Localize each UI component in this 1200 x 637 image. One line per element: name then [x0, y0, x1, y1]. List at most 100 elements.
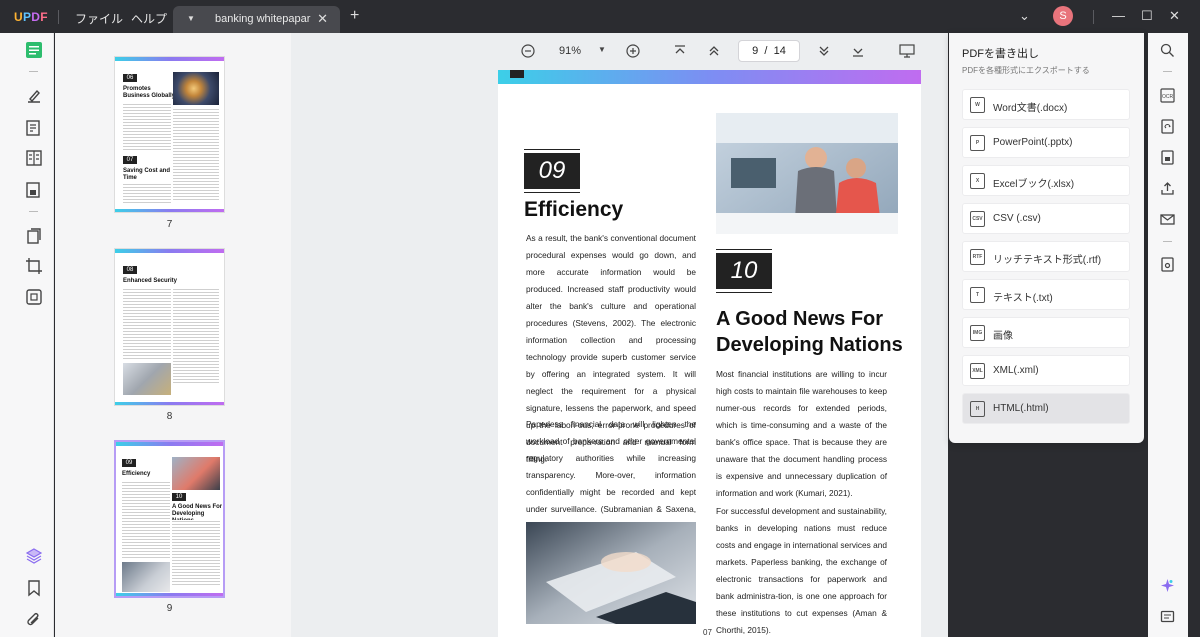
total-pages: 14	[773, 45, 786, 57]
share-icon[interactable]	[1160, 181, 1175, 196]
search-icon[interactable]	[1160, 43, 1175, 58]
divider	[29, 71, 38, 72]
divider	[1163, 71, 1172, 72]
export-option-label: Excelブック(.xlsx)	[993, 179, 1075, 190]
export-option-label: テキスト(.txt)	[993, 293, 1053, 304]
edit-icon[interactable]	[25, 119, 43, 137]
section-number: 10	[172, 493, 186, 501]
laptop-image	[122, 562, 170, 592]
attachment-icon[interactable]	[25, 611, 43, 629]
thumbnail-label: 8	[166, 411, 173, 422]
thumbnail-panel: 06 Promotes Business Globally 07 Saving …	[55, 33, 291, 637]
zoom-dropdown-icon[interactable]: ▼	[598, 45, 606, 54]
previous-page-icon[interactable]	[707, 44, 721, 58]
avatar[interactable]: S	[1053, 6, 1073, 26]
protect-icon[interactable]	[25, 288, 43, 306]
office-meeting-photo	[716, 113, 898, 234]
globe-image	[173, 72, 219, 105]
title-bar: UPDF ファイル ヘルプ ▼ banking whitepapar ✕ + ⌄…	[0, 0, 1200, 33]
export-powerpoint-button[interactable]: P PowerPoint(.pptx)	[962, 127, 1130, 158]
export-rtf-button[interactable]: RTF リッチテキスト形式(.rtf)	[962, 241, 1130, 272]
first-page-icon[interactable]	[673, 44, 687, 58]
word-icon: W	[970, 97, 985, 113]
page-number-field[interactable]: 9 / 14	[738, 40, 800, 62]
export-excel-button[interactable]: X Excelブック(.xlsx)	[962, 165, 1130, 196]
reader-icon[interactable]	[25, 41, 43, 59]
zoom-level[interactable]: 91%	[559, 45, 581, 57]
tab-dropdown-icon[interactable]: ▼	[183, 11, 199, 27]
thumbnail-label: 7	[166, 219, 173, 230]
export-xml-button[interactable]: XML XML(.xml)	[962, 355, 1130, 386]
divider	[1163, 241, 1172, 242]
tab-title: banking whitepapar	[215, 13, 311, 25]
export-word-button[interactable]: W Word文書(.docx)	[962, 89, 1130, 120]
export-option-label: CSV (.csv)	[993, 213, 1041, 224]
export-option-label: Word文書(.docx)	[993, 103, 1068, 114]
export-image-button[interactable]: IMG 画像	[962, 317, 1130, 348]
zoom-out-icon[interactable]	[521, 44, 535, 58]
thumbnail-page-8[interactable]: 08 Enhanced Security	[114, 248, 225, 406]
ocr-icon[interactable]: OCR	[1160, 88, 1175, 103]
updf-logo[interactable]: UPDF	[14, 10, 48, 24]
export-panel: PDFを書き出し PDFを各種形式にエクスポートする W Word文書(.docx…	[949, 33, 1144, 443]
maximize-icon[interactable]: ☐	[1141, 8, 1153, 24]
zoom-in-icon[interactable]	[626, 44, 640, 58]
ai-assistant-icon[interactable]	[1160, 578, 1175, 593]
csv-icon: CSV	[970, 211, 985, 227]
export-option-label: PowerPoint(.pptx)	[993, 137, 1073, 148]
organize-icon[interactable]	[25, 181, 43, 199]
comment-icon[interactable]	[25, 87, 43, 105]
close-window-icon[interactable]: ✕	[1169, 8, 1180, 24]
body-paragraph: Paperless financial data will lighten th…	[526, 419, 696, 531]
divider	[58, 10, 59, 24]
document-tab[interactable]: ▼ banking whitepapar ✕	[173, 6, 340, 33]
thumbnail-label: 9	[166, 603, 173, 614]
section-title: A Good News For Developing Nations	[716, 306, 903, 358]
export-csv-button[interactable]: CSV CSV (.csv)	[962, 203, 1130, 234]
svg-text:OCR: OCR	[1162, 94, 1174, 100]
menu-file[interactable]: ファイル	[75, 10, 123, 27]
export-html-button[interactable]: H HTML(.html)	[962, 393, 1130, 424]
new-tab-icon[interactable]: +	[350, 7, 359, 25]
export-option-label: HTML(.html)	[993, 403, 1049, 414]
thumb-heading: Efficiency	[122, 471, 151, 477]
next-page-icon[interactable]	[817, 44, 831, 58]
minimize-icon[interactable]: —	[1112, 8, 1125, 23]
laptop-photo	[526, 522, 696, 624]
protect-file-icon[interactable]	[1160, 150, 1175, 165]
window-edge	[1188, 33, 1200, 637]
divider	[29, 211, 38, 212]
page-footer-number: 07	[703, 628, 712, 637]
export-option-label: 画像	[993, 331, 1013, 342]
document-view[interactable]: 91% ▼ 9 / 14 09 Efficiency As a result, …	[291, 33, 948, 637]
thumbnail-page-7[interactable]: 06 Promotes Business Globally 07 Saving …	[114, 56, 225, 213]
form-icon[interactable]	[25, 149, 43, 167]
excel-icon: X	[970, 173, 985, 189]
menu-help[interactable]: ヘルプ	[131, 10, 167, 27]
last-page-icon[interactable]	[851, 44, 865, 58]
right-toolbar: OCR	[1148, 33, 1188, 637]
powerpoint-icon: P	[970, 135, 985, 151]
comments-panel-icon[interactable]	[1160, 610, 1175, 625]
chevron-down-icon[interactable]: ⌄	[1019, 8, 1030, 24]
crop-icon[interactable]	[25, 257, 43, 275]
html-icon: H	[970, 401, 985, 417]
page-separator: /	[764, 45, 768, 57]
pages-icon[interactable]	[25, 227, 43, 245]
image-icon: IMG	[970, 325, 985, 341]
export-text-button[interactable]: T テキスト(.txt)	[962, 279, 1130, 310]
mail-icon[interactable]	[1160, 212, 1175, 227]
presentation-icon[interactable]	[899, 44, 915, 58]
tab-close-icon[interactable]: ✕	[317, 11, 328, 27]
layers-icon[interactable]	[25, 547, 43, 565]
bookmark-icon[interactable]	[25, 579, 43, 597]
save-icon[interactable]	[1160, 257, 1175, 272]
current-page[interactable]: 9	[752, 45, 758, 57]
coins-image	[123, 363, 171, 395]
section-number: 10	[716, 249, 772, 293]
title-line: Developing Nations	[716, 334, 903, 356]
thumb-heading: Enhanced Security	[123, 278, 178, 284]
thumbnail-page-9[interactable]: 09 Efficiency 10 A Good News For Develop…	[114, 440, 225, 598]
export-option-label: リッチテキスト形式(.rtf)	[993, 255, 1102, 266]
convert-icon[interactable]	[1160, 119, 1175, 134]
